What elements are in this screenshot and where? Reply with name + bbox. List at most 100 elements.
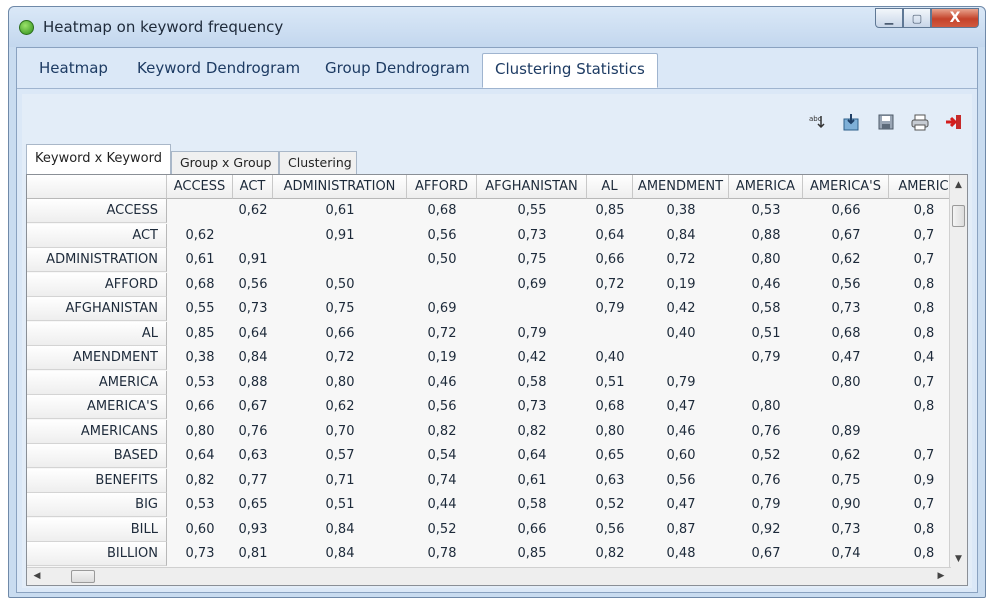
table-cell[interactable]: 0,42 — [477, 346, 587, 370]
table-cell[interactable]: 0,66 — [273, 321, 407, 346]
table-cell[interactable]: 0,50 — [273, 272, 407, 297]
table-cell[interactable]: 0,61 — [167, 248, 233, 272]
table-cell[interactable]: 0,75 — [803, 468, 889, 493]
table-cell[interactable]: 0,92 — [729, 517, 803, 542]
column-header[interactable]: AMERICA'S — [803, 175, 889, 199]
table-cell[interactable]: 0,69 — [477, 272, 587, 297]
table-cell[interactable] — [407, 272, 477, 297]
table-cell[interactable]: 0,80 — [167, 419, 233, 444]
table-cell[interactable]: 0,38 — [633, 199, 729, 223]
table-cell[interactable]: 0,19 — [407, 346, 477, 370]
table-cell[interactable]: 0,76 — [233, 419, 273, 444]
table-cell[interactable]: 0,67 — [803, 223, 889, 248]
table-cell[interactable]: 0,62 — [273, 395, 407, 419]
table-cell[interactable]: 0,85 — [587, 199, 633, 223]
table-cell[interactable]: 0,68 — [407, 199, 477, 223]
table-cell[interactable]: 0,58 — [477, 370, 587, 395]
table-cell[interactable]: 0,63 — [587, 468, 633, 493]
table-cell[interactable]: 0,75 — [273, 297, 407, 321]
table-cell[interactable]: 0,80 — [729, 248, 803, 272]
table-cell[interactable]: 0,19 — [633, 272, 729, 297]
row-header[interactable]: AFGHANISTAN — [27, 297, 167, 321]
exit-icon[interactable] — [944, 112, 964, 132]
table-cell[interactable]: 0,74 — [407, 468, 477, 493]
table-cell[interactable]: 0,44 — [407, 493, 477, 517]
table-cell[interactable]: 0,71 — [273, 468, 407, 493]
row-header[interactable]: ACT — [27, 223, 167, 248]
table-cell[interactable]: 0,70 — [273, 419, 407, 444]
table-cell[interactable]: 0,47 — [633, 395, 729, 419]
table-cell[interactable]: 0,88 — [233, 370, 273, 395]
table-cell[interactable]: 0,62 — [167, 223, 233, 248]
row-header[interactable]: ACCESS — [27, 199, 167, 223]
table-cell[interactable]: 0,64 — [167, 444, 233, 468]
table-cell[interactable]: 0,73 — [803, 517, 889, 542]
sort-abc-icon[interactable]: abc — [808, 112, 828, 132]
table-cell[interactable]: 0,72 — [633, 248, 729, 272]
table-cell[interactable]: 0,60 — [167, 517, 233, 542]
column-header[interactable]: AFGHANISTAN — [477, 175, 587, 199]
table-cell[interactable]: 0,51 — [729, 321, 803, 346]
table-cell[interactable]: 0,79 — [633, 370, 729, 395]
horizontal-scrollbar[interactable]: ◀ ▶ — [27, 567, 951, 585]
table-cell[interactable]: 0,60 — [633, 444, 729, 468]
table-cell[interactable]: 0,53 — [167, 370, 233, 395]
table-cell[interactable]: 0,73 — [477, 395, 587, 419]
table-cell[interactable]: 0,84 — [233, 346, 273, 370]
subtab-group-x-group[interactable]: Group x Group — [171, 151, 279, 174]
table-cell[interactable]: 0,51 — [273, 493, 407, 517]
row-header[interactable]: BIG — [27, 493, 167, 517]
table-cell[interactable]: 0,76 — [729, 468, 803, 493]
table-cell[interactable]: 0,46 — [729, 272, 803, 297]
table-cell[interactable]: 0,82 — [477, 419, 587, 444]
column-header[interactable]: AFFORD — [407, 175, 477, 199]
table-cell[interactable]: 0,56 — [407, 395, 477, 419]
table-cell[interactable]: 0,72 — [587, 272, 633, 297]
table-cell[interactable]: 0,50 — [407, 248, 477, 272]
scroll-up-icon[interactable]: ▲ — [950, 177, 967, 193]
row-header[interactable]: BILLION — [27, 542, 167, 566]
table-cell[interactable]: 0,84 — [633, 223, 729, 248]
column-header[interactable]: AL — [587, 175, 633, 199]
subtab-clustering[interactable]: Clustering — [279, 151, 357, 174]
table-cell[interactable]: 0,56 — [803, 272, 889, 297]
table-cell[interactable]: 0,46 — [633, 419, 729, 444]
table-cell[interactable]: 0,56 — [407, 223, 477, 248]
table-cell[interactable]: 0,38 — [167, 346, 233, 370]
scroll-right-icon[interactable]: ▶ — [933, 568, 949, 585]
table-cell[interactable]: 0,40 — [587, 346, 633, 370]
row-header[interactable]: BASED — [27, 444, 167, 468]
table-cell[interactable]: 0,52 — [729, 444, 803, 468]
table-cell[interactable]: 0,54 — [407, 444, 477, 468]
table-cell[interactable]: 0,79 — [729, 493, 803, 517]
minimize-button[interactable]: ▁ — [875, 8, 903, 28]
table-cell[interactable]: 0,73 — [803, 297, 889, 321]
table-cell[interactable] — [803, 395, 889, 419]
table-cell[interactable]: 0,65 — [233, 493, 273, 517]
table-cell[interactable]: 0,72 — [273, 346, 407, 370]
table-cell[interactable] — [167, 199, 233, 223]
table-cell[interactable]: 0,78 — [407, 542, 477, 566]
table-cell[interactable] — [729, 370, 803, 395]
table-cell[interactable]: 0,66 — [167, 395, 233, 419]
export-icon[interactable] — [842, 112, 862, 132]
table-cell[interactable]: 0,61 — [273, 199, 407, 223]
table-cell[interactable]: 0,67 — [729, 542, 803, 566]
row-header[interactable]: ADMINISTRATION — [27, 248, 167, 272]
table-cell[interactable]: 0,79 — [587, 297, 633, 321]
horizontal-scroll-thumb[interactable] — [71, 570, 95, 583]
scroll-down-icon[interactable]: ▼ — [950, 551, 967, 567]
row-header[interactable]: BILL — [27, 517, 167, 542]
vertical-scrollbar[interactable]: ▲ ▼ — [949, 175, 967, 569]
table-cell[interactable]: 0,72 — [407, 321, 477, 346]
table-cell[interactable]: 0,67 — [233, 395, 273, 419]
column-header[interactable]: ADMINISTRATION — [273, 175, 407, 199]
table-cell[interactable]: 0,58 — [729, 297, 803, 321]
table-cell[interactable]: 0,56 — [587, 517, 633, 542]
table-cell[interactable]: 0,73 — [477, 223, 587, 248]
table-cell[interactable]: 0,89 — [803, 419, 889, 444]
row-header[interactable]: AMERICA — [27, 370, 167, 395]
table-cell[interactable]: 0,82 — [587, 542, 633, 566]
table-cell[interactable]: 0,80 — [273, 370, 407, 395]
column-header[interactable]: AMENDMENT — [633, 175, 729, 199]
